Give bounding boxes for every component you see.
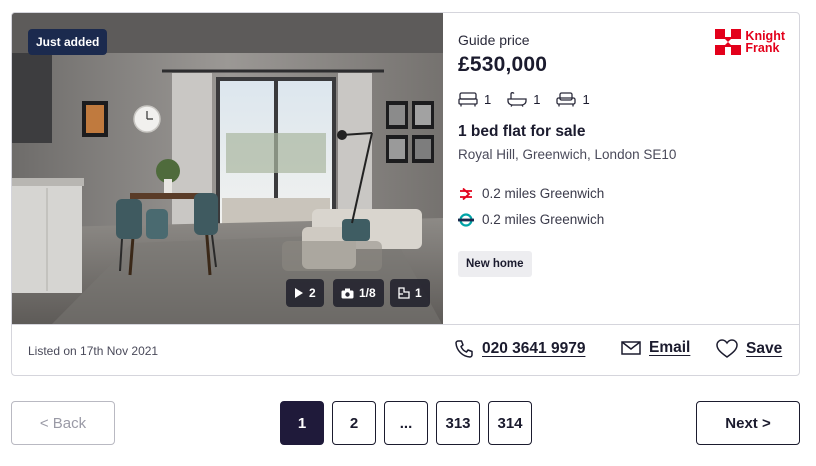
next-button[interactable]: Next > (696, 401, 800, 445)
reception-count: 1 (582, 91, 590, 107)
bathroom-count: 1 (533, 91, 541, 107)
email-icon (621, 341, 641, 355)
email-label[interactable]: Email (649, 339, 690, 357)
heart-icon (716, 339, 738, 358)
listed-date: Listed on 17th Nov 2021 (28, 344, 159, 358)
floorplan-count: 1 (415, 286, 422, 300)
card-footer: Listed on 17th Nov 2021 020 3641 9979 Em… (12, 324, 799, 375)
station-national-rail: 0.2 miles Greenwich (458, 186, 604, 201)
property-details: Guide price £530,000 Knight Frank 1 1 1 … (458, 13, 799, 324)
bath-icon (507, 92, 527, 107)
photo-count: 1/8 (359, 286, 376, 300)
property-card[interactable]: Just added 2 1/8 1 Guide price £530,000 … (11, 12, 800, 376)
page-ellipsis-button[interactable]: ... (384, 401, 428, 445)
photo-count-button[interactable]: 1/8 (333, 279, 384, 307)
sofa-icon (556, 92, 577, 107)
save-property-link[interactable]: Save (716, 339, 782, 359)
price: £530,000 (458, 53, 548, 76)
back-button[interactable]: < Back (11, 401, 115, 445)
bed-icon (458, 92, 478, 107)
page-1-button[interactable]: 1 (280, 401, 324, 445)
property-address: Royal Hill, Greenwich, London SE10 (458, 147, 677, 162)
video-count: 2 (309, 286, 316, 300)
call-agent-link[interactable]: 020 3641 9979 (454, 339, 585, 359)
national-rail-icon (460, 187, 472, 200)
play-icon (295, 288, 303, 298)
new-home-tag: New home (458, 251, 532, 277)
station-underground: 0.2 miles Greenwich (458, 212, 604, 227)
email-agent-link[interactable]: Email (621, 339, 690, 357)
interior-image (12, 13, 443, 324)
page-314-button[interactable]: 314 (488, 401, 532, 445)
bedrooms: 1 (458, 91, 491, 107)
station-distance-rail: 0.2 miles Greenwich (482, 186, 605, 201)
phone-icon (455, 340, 473, 358)
page-313-button[interactable]: 313 (436, 401, 480, 445)
station-distance-tube: 0.2 miles Greenwich (482, 212, 605, 227)
property-title[interactable]: 1 bed flat for sale (458, 123, 585, 141)
camera-icon (341, 288, 354, 298)
agent-logo-line2: Frank (745, 41, 780, 55)
underground-icon (458, 212, 474, 227)
bedroom-count: 1 (484, 91, 492, 107)
knight-frank-logo-icon (715, 29, 742, 55)
property-features: 1 1 1 (458, 91, 590, 107)
video-count-button[interactable]: 2 (286, 279, 324, 307)
bathrooms: 1 (507, 91, 540, 107)
receptions: 1 (556, 91, 590, 107)
phone-number[interactable]: 020 3641 9979 (482, 340, 585, 358)
just-added-badge: Just added (28, 29, 108, 55)
floorplan-count-button[interactable]: 1 (390, 279, 430, 307)
guide-price-label: Guide price (458, 32, 530, 48)
property-photo[interactable]: Just added 2 1/8 1 (12, 13, 443, 324)
floorplan-icon (398, 287, 410, 299)
save-label[interactable]: Save (746, 340, 782, 358)
page-2-button[interactable]: 2 (332, 401, 376, 445)
agent-logo[interactable]: Knight Frank (715, 29, 785, 55)
